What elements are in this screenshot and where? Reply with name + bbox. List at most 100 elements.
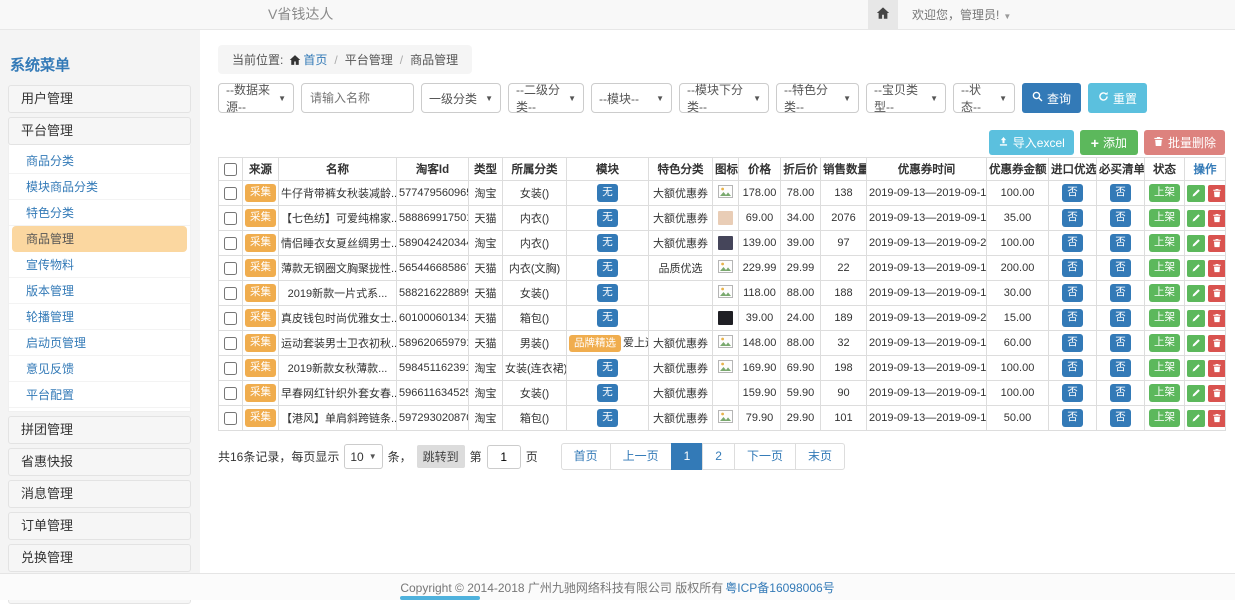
- import-select-toggle[interactable]: 否: [1062, 234, 1083, 251]
- sidebar-item[interactable]: 商品分类: [9, 148, 190, 174]
- must-buy-toggle[interactable]: 否: [1110, 309, 1131, 326]
- import-select-toggle[interactable]: 否: [1062, 209, 1083, 226]
- import-select-toggle[interactable]: 否: [1062, 359, 1083, 376]
- sidebar-section[interactable]: 平台管理: [8, 117, 191, 145]
- module-badge[interactable]: 无: [597, 359, 618, 376]
- status-toggle[interactable]: 上架: [1149, 234, 1180, 251]
- sidebar-item[interactable]: 商品管理: [12, 226, 187, 252]
- delete-button[interactable]: [1208, 310, 1226, 327]
- must-buy-toggle[interactable]: 否: [1110, 209, 1131, 226]
- module-badge[interactable]: 无: [597, 284, 618, 301]
- filter-select[interactable]: --数据来源--▼: [218, 83, 294, 113]
- status-toggle[interactable]: 上架: [1149, 284, 1180, 301]
- filter-select[interactable]: --状态--▼: [953, 83, 1015, 113]
- user-menu[interactable]: 欢迎您，管理员!▼: [912, 6, 1011, 23]
- edit-button[interactable]: [1187, 210, 1205, 227]
- status-toggle[interactable]: 上架: [1149, 384, 1180, 401]
- per-page-select[interactable]: 10 ▼: [344, 444, 382, 469]
- row-checkbox[interactable]: [224, 312, 237, 325]
- sidebar-section[interactable]: 省惠快报: [8, 448, 191, 476]
- status-toggle[interactable]: 上架: [1149, 359, 1180, 376]
- edit-button[interactable]: [1187, 410, 1205, 427]
- name-search-input[interactable]: [301, 83, 414, 113]
- import-select-toggle[interactable]: 否: [1062, 259, 1083, 276]
- filter-select[interactable]: 一级分类▼: [421, 83, 501, 113]
- reset-button[interactable]: 重置: [1088, 83, 1147, 113]
- filter-select[interactable]: --模块下分类--▼: [679, 83, 769, 113]
- import-select-toggle[interactable]: 否: [1062, 334, 1083, 351]
- row-checkbox[interactable]: [224, 287, 237, 300]
- must-buy-toggle[interactable]: 否: [1110, 359, 1131, 376]
- must-buy-toggle[interactable]: 否: [1110, 259, 1131, 276]
- row-checkbox[interactable]: [224, 362, 237, 375]
- filter-select[interactable]: --宝贝类型--▼: [866, 83, 946, 113]
- pagination-button[interactable]: 末页: [795, 443, 845, 470]
- jump-button[interactable]: 跳转到: [417, 445, 465, 468]
- home-button[interactable]: [868, 0, 898, 29]
- filter-select[interactable]: --特色分类--▼: [776, 83, 859, 113]
- row-checkbox[interactable]: [224, 337, 237, 350]
- row-checkbox[interactable]: [224, 412, 237, 425]
- must-buy-toggle[interactable]: 否: [1110, 409, 1131, 426]
- sidebar-item[interactable]: 版本管理: [9, 278, 190, 304]
- edit-button[interactable]: [1187, 185, 1205, 202]
- must-buy-toggle[interactable]: 否: [1110, 284, 1131, 301]
- add-button[interactable]: + 添加: [1080, 130, 1138, 155]
- status-toggle[interactable]: 上架: [1149, 334, 1180, 351]
- sidebar-item[interactable]: 意见反馈: [9, 356, 190, 382]
- sidebar-section[interactable]: 兑换管理: [8, 544, 191, 572]
- status-toggle[interactable]: 上架: [1149, 309, 1180, 326]
- edit-button[interactable]: [1187, 285, 1205, 302]
- sidebar-item[interactable]: 特色分类: [9, 200, 190, 226]
- pagination-button[interactable]: 首页: [561, 443, 611, 470]
- pagination-button[interactable]: 1: [671, 443, 704, 470]
- sidebar-item[interactable]: 模块商品分类: [9, 174, 190, 200]
- filter-select[interactable]: --二级分类--▼: [508, 83, 584, 113]
- sidebar-item[interactable]: 启动页管理: [9, 330, 190, 356]
- search-button[interactable]: 查询: [1022, 83, 1081, 113]
- sidebar-section[interactable]: 用户管理: [8, 85, 191, 113]
- edit-button[interactable]: [1187, 360, 1205, 377]
- module-badge[interactable]: 品牌精选: [569, 335, 621, 352]
- delete-button[interactable]: [1208, 210, 1226, 227]
- must-buy-toggle[interactable]: 否: [1110, 334, 1131, 351]
- module-badge[interactable]: 无: [597, 309, 618, 326]
- must-buy-toggle[interactable]: 否: [1110, 384, 1131, 401]
- edit-button[interactable]: [1187, 385, 1205, 402]
- filter-select[interactable]: --模块--▼: [591, 83, 672, 113]
- select-all-checkbox[interactable]: [224, 163, 237, 176]
- row-checkbox[interactable]: [224, 187, 237, 200]
- must-buy-toggle[interactable]: 否: [1110, 184, 1131, 201]
- row-checkbox[interactable]: [224, 262, 237, 275]
- import-select-toggle[interactable]: 否: [1062, 384, 1083, 401]
- status-toggle[interactable]: 上架: [1149, 209, 1180, 226]
- icp-link[interactable]: 粤ICP备16098006号: [725, 579, 834, 596]
- delete-button[interactable]: [1208, 185, 1226, 202]
- module-badge[interactable]: 无: [597, 209, 618, 226]
- edit-button[interactable]: [1187, 310, 1205, 327]
- status-toggle[interactable]: 上架: [1149, 184, 1180, 201]
- sidebar-item[interactable]: 平台配置: [9, 382, 190, 408]
- page-number-input[interactable]: [487, 445, 521, 469]
- delete-button[interactable]: [1208, 410, 1226, 427]
- delete-button[interactable]: [1208, 360, 1226, 377]
- module-badge[interactable]: 无: [597, 409, 618, 426]
- status-toggle[interactable]: 上架: [1149, 409, 1180, 426]
- must-buy-toggle[interactable]: 否: [1110, 234, 1131, 251]
- sidebar-section[interactable]: 消息管理: [8, 480, 191, 508]
- sidebar-item[interactable]: 轮播管理: [9, 304, 190, 330]
- edit-button[interactable]: [1187, 335, 1205, 352]
- row-checkbox[interactable]: [224, 237, 237, 250]
- delete-button[interactable]: [1208, 335, 1226, 352]
- sidebar-section[interactable]: 订单管理: [8, 512, 191, 540]
- edit-button[interactable]: [1187, 235, 1205, 252]
- import-select-toggle[interactable]: 否: [1062, 309, 1083, 326]
- module-badge[interactable]: 无: [597, 384, 618, 401]
- delete-button[interactable]: [1208, 385, 1226, 402]
- batch-delete-button[interactable]: 批量删除: [1144, 130, 1225, 155]
- pagination-button[interactable]: 上一页: [610, 443, 672, 470]
- row-checkbox[interactable]: [224, 212, 237, 225]
- pagination-button[interactable]: 下一页: [734, 443, 796, 470]
- delete-button[interactable]: [1208, 235, 1226, 252]
- import-select-toggle[interactable]: 否: [1062, 409, 1083, 426]
